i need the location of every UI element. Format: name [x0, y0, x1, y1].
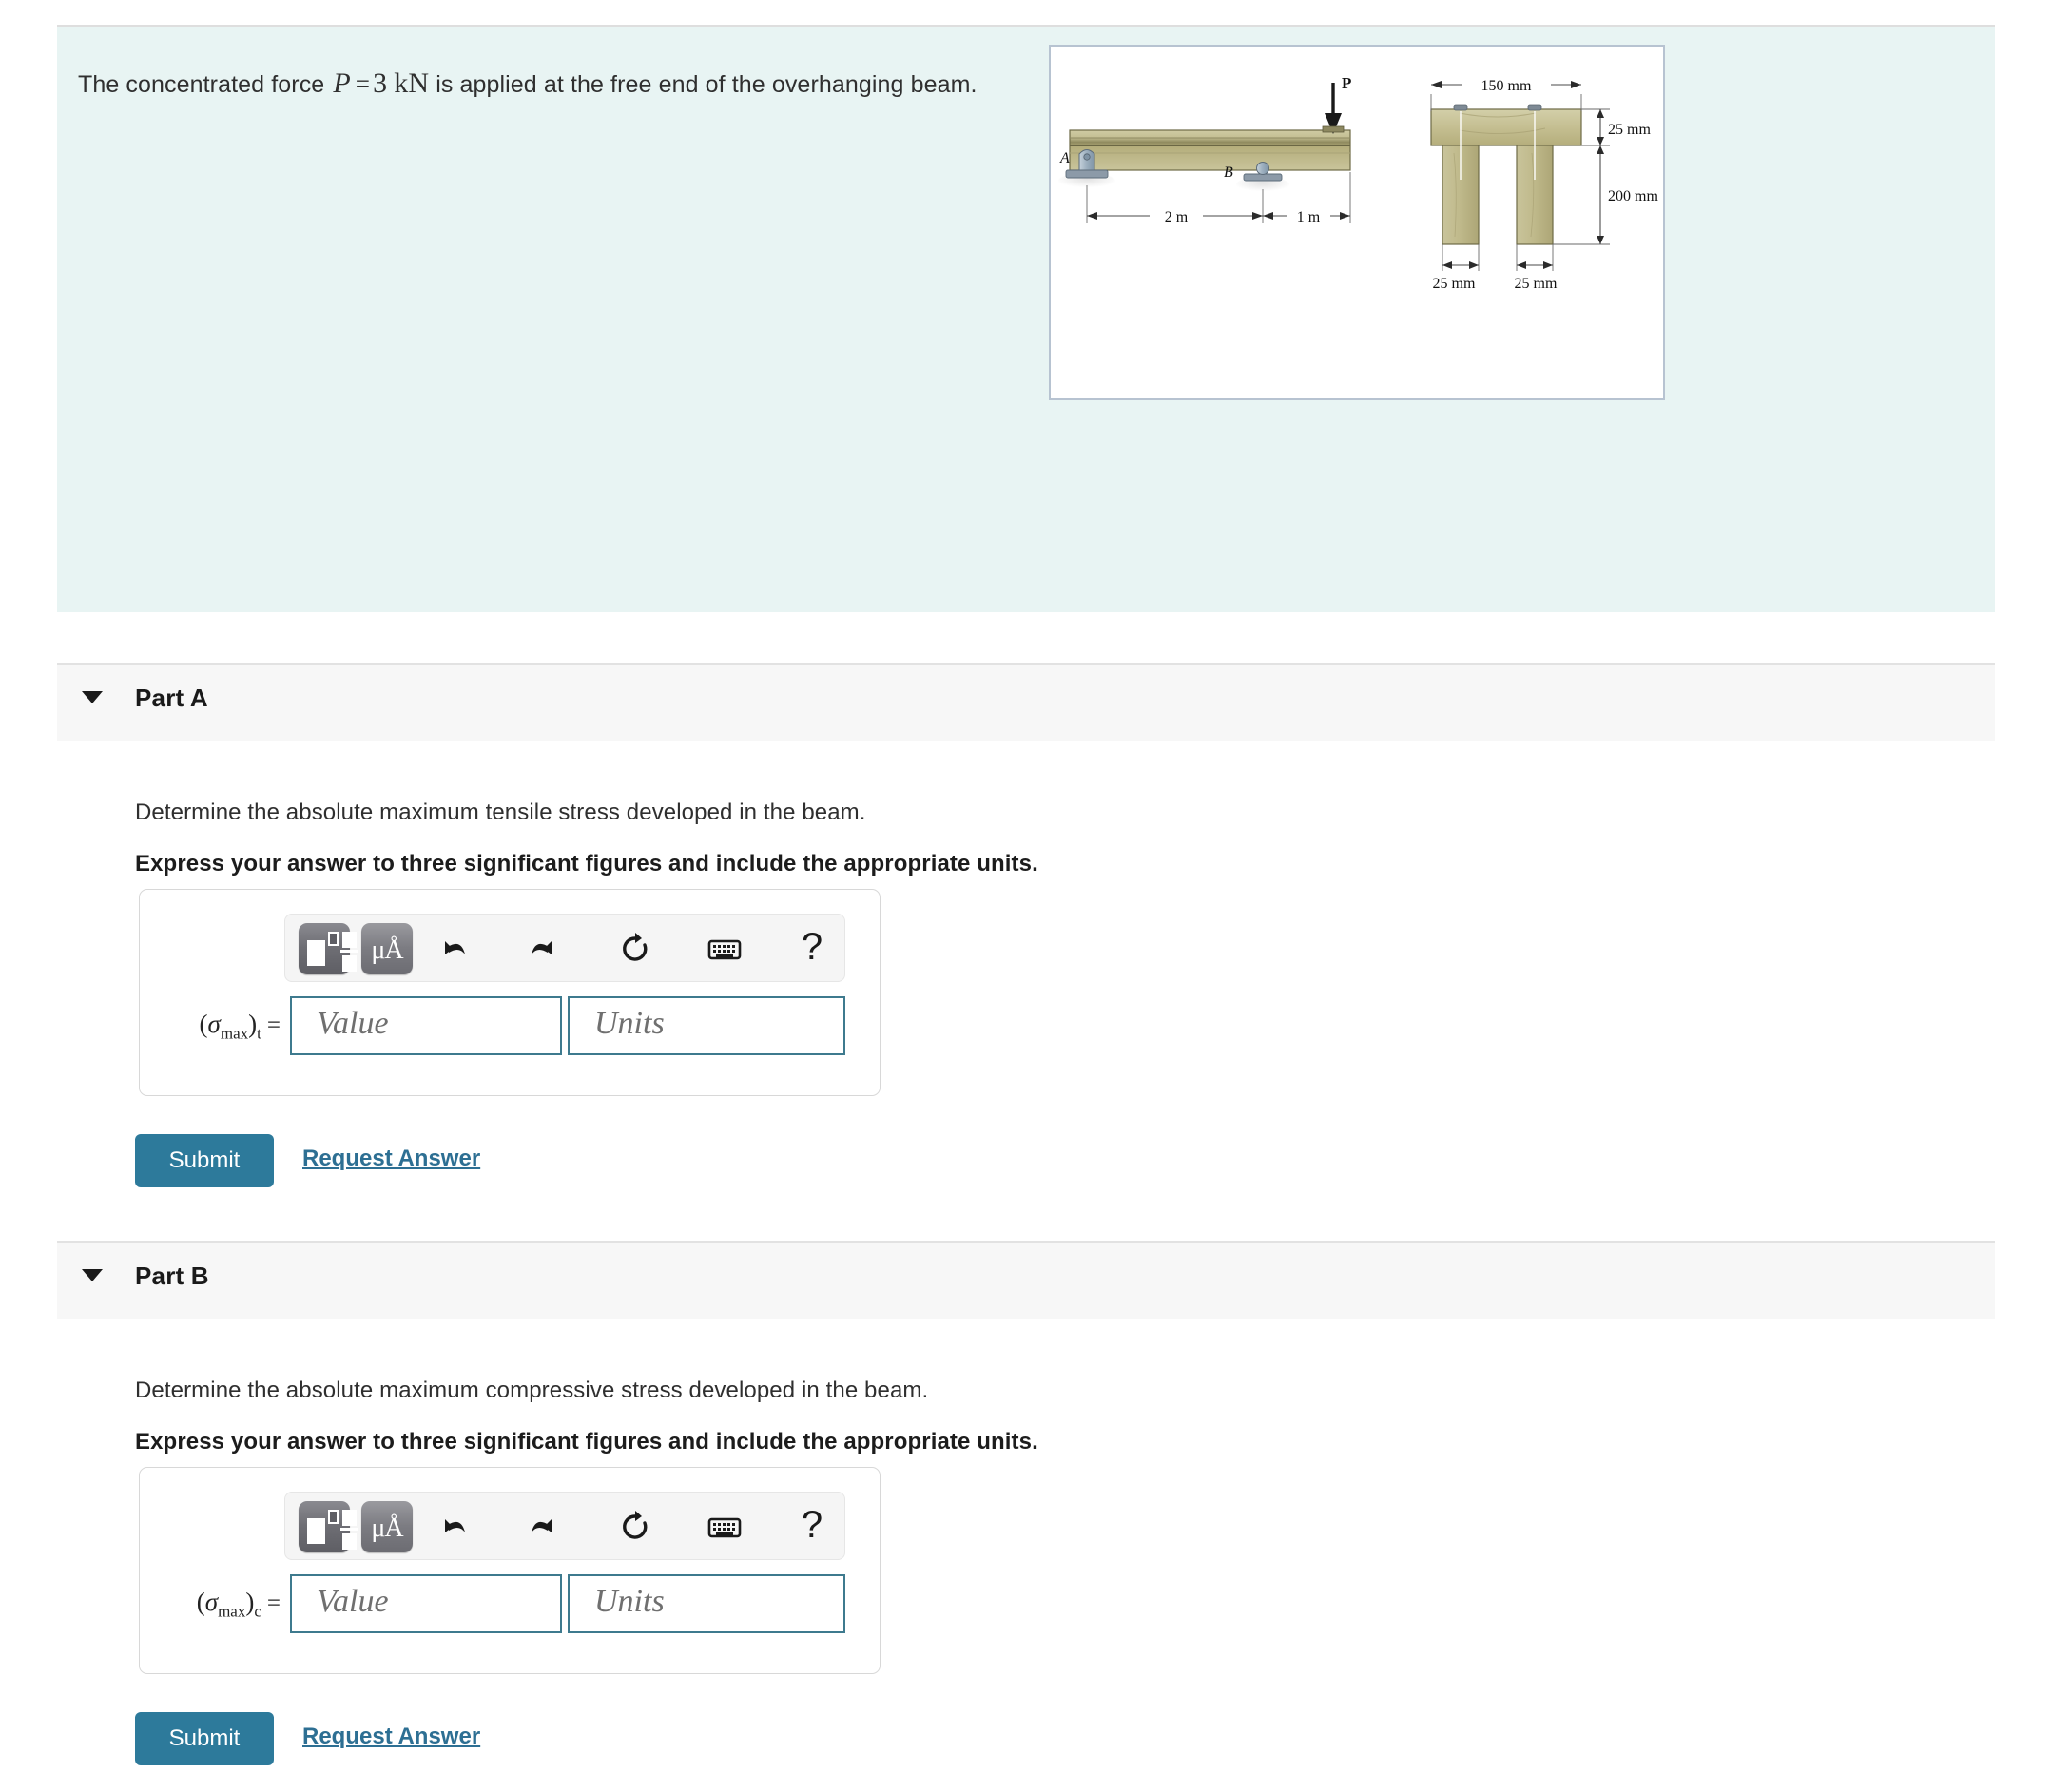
- problem-text-before: The concentrated force: [78, 71, 325, 98]
- figure-web-height: 200 mm: [1608, 188, 1658, 204]
- equals-sign: =: [355, 69, 371, 98]
- figure-flange-width: 150 mm: [1481, 78, 1532, 94]
- keyboard-icon[interactable]: [702, 1504, 747, 1550]
- units-mu-angstrom-icon[interactable]: μÅ: [361, 923, 413, 974]
- beam-cross-section: [1430, 104, 1582, 245]
- help-icon[interactable]: ?: [791, 1498, 833, 1551]
- math-template-icon[interactable]: [299, 923, 358, 974]
- figure-label-B: B: [1224, 164, 1233, 181]
- dimension-2m: 2 m: [1087, 206, 1263, 225]
- part-b-math-toolbar: μÅ ?: [284, 1492, 845, 1560]
- redo-icon[interactable]: [521, 1504, 567, 1550]
- part-a-math-toolbar: μÅ ?: [284, 914, 845, 982]
- sigma-symbol: σ: [207, 1010, 221, 1038]
- help-icon[interactable]: ?: [791, 920, 833, 973]
- part-b-question: Determine the absolute maximum compressi…: [135, 1378, 929, 1403]
- problem-statement-panel: The concentrated force P = 3 kN is applied…: [57, 25, 1995, 612]
- sigma-qualifier: c: [254, 1602, 261, 1621]
- problem-text-after: is applied at the free end of the overha…: [436, 71, 978, 98]
- part-b-units-placeholder: Units: [594, 1584, 665, 1619]
- part-a-submit-button[interactable]: Submit: [135, 1134, 274, 1187]
- math-template-icon[interactable]: [299, 1501, 358, 1552]
- answer-equals: =: [266, 1012, 281, 1038]
- beam-side-elevation: [1069, 129, 1351, 171]
- load-arrow-P: [1322, 83, 1345, 134]
- sigma-symbol: σ: [204, 1588, 219, 1616]
- undo-icon[interactable]: [430, 1504, 475, 1550]
- part-a-value-input[interactable]: Value: [290, 996, 562, 1055]
- beam-figure-box: P A B 2 m 1 m 150 mm 25 mm 200 mm 25 mm …: [1049, 45, 1665, 400]
- part-b-answer-label: (σmax)c =: [196, 1588, 281, 1621]
- part-a-value-placeholder: Value: [317, 1006, 389, 1041]
- part-a-question: Determine the absolute maximum tensile s…: [135, 800, 866, 825]
- part-b-title: Part B: [135, 1262, 209, 1290]
- figure-label-P: P: [1342, 74, 1351, 92]
- reset-icon[interactable]: [612, 926, 658, 972]
- reset-icon[interactable]: [612, 1504, 658, 1550]
- part-a-units-placeholder: Units: [594, 1006, 665, 1041]
- sigma-subscript: max: [220, 1024, 249, 1043]
- part-a-answer-box: μÅ ? (σmax)t = Value Units: [139, 889, 881, 1096]
- triangle-down-icon[interactable]: [82, 1269, 103, 1281]
- figure-label-A: A: [1059, 150, 1070, 166]
- force-magnitude: 3: [373, 67, 388, 99]
- redo-icon[interactable]: [521, 926, 567, 972]
- dimension-leg-widths: 25 mm 25 mm: [1433, 244, 1558, 292]
- part-b-units-input[interactable]: Units: [568, 1574, 845, 1633]
- beam-figure-svg: P A B 2 m 1 m 150 mm 25 mm 200 mm 25 mm …: [1058, 74, 1658, 292]
- part-a-instruction: Express your answer to three significant…: [135, 851, 1038, 877]
- problem-statement-text: The concentrated force P = 3 kN is applied…: [78, 65, 978, 104]
- dimension-1m: 1 m: [1263, 206, 1350, 225]
- part-b-submit-button[interactable]: Submit: [135, 1712, 274, 1765]
- part-b-value-input[interactable]: Value: [290, 1574, 562, 1633]
- dimension-flange-thickness: 25 mm: [1581, 108, 1651, 146]
- figure-leg1-width: 25 mm: [1433, 276, 1476, 292]
- part-a-header[interactable]: Part A: [57, 663, 1995, 741]
- dimension-web-height: 200 mm: [1553, 145, 1658, 245]
- keyboard-icon[interactable]: [702, 926, 747, 972]
- part-b-value-placeholder: Value: [317, 1584, 389, 1619]
- part-b-answer-box: μÅ ? (σmax)c = Value Units: [139, 1467, 881, 1674]
- figure-span-ab: 2 m: [1165, 209, 1189, 225]
- part-a-units-input[interactable]: Units: [568, 996, 845, 1055]
- figure-flange-thickness: 25 mm: [1608, 122, 1651, 138]
- figure-span-overhang: 1 m: [1297, 209, 1321, 225]
- part-b-header[interactable]: Part B: [57, 1241, 1995, 1319]
- triangle-down-icon[interactable]: [82, 691, 103, 703]
- figure-leg2-width: 25 mm: [1515, 276, 1558, 292]
- part-b-request-answer-link[interactable]: Request Answer: [302, 1724, 480, 1750]
- sigma-subscript: max: [218, 1602, 246, 1621]
- part-b-instruction: Express your answer to three significant…: [135, 1429, 1038, 1455]
- part-a-answer-label: (σmax)t =: [199, 1010, 281, 1043]
- answer-equals: =: [266, 1590, 281, 1616]
- problem-page: The concentrated force P = 3 kN is applied…: [0, 0, 2052, 1792]
- force-unit: kN: [394, 67, 430, 99]
- undo-icon[interactable]: [430, 926, 475, 972]
- part-a-request-answer-link[interactable]: Request Answer: [302, 1146, 480, 1172]
- force-symbol: P: [333, 67, 351, 99]
- units-mu-angstrom-icon[interactable]: μÅ: [361, 1501, 413, 1552]
- part-a-title: Part A: [135, 684, 208, 712]
